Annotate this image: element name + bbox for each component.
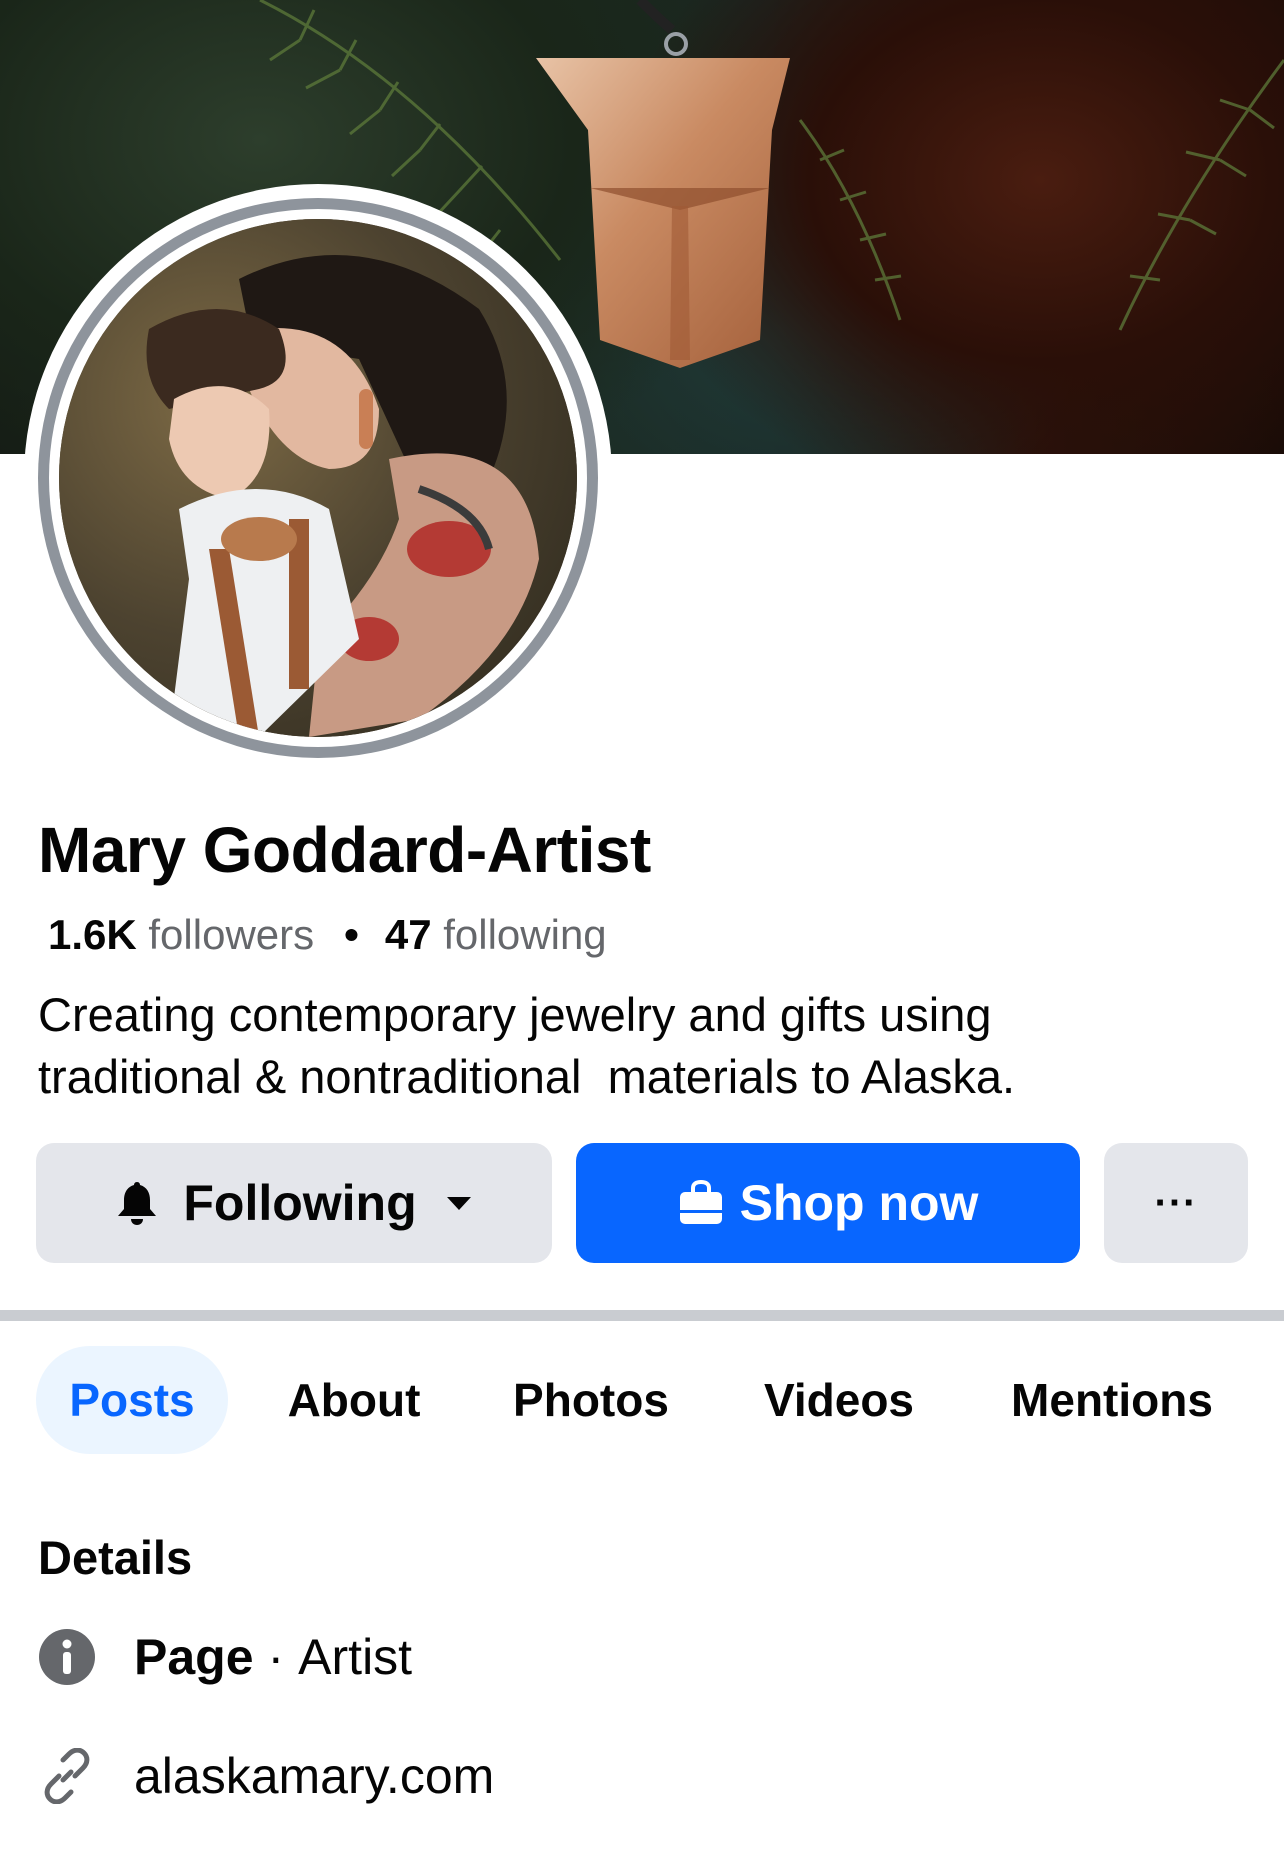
followers-link[interactable]: 1.6K followers [48,911,314,958]
tab-posts[interactable]: Posts [36,1346,228,1454]
caret-down-icon [445,1195,473,1211]
follow-stats: 1.6K followers • 47 following [48,908,607,962]
details-heading: Details [38,1531,193,1584]
detail-website-row[interactable]: alaskamary.com [36,1741,494,1811]
more-dots-icon: ··· [1154,1180,1198,1225]
stats-separator: • [344,911,359,958]
tab-about[interactable]: About [266,1346,442,1454]
website-link[interactable]: alaskamary.com [134,1747,494,1805]
following-label: following [443,911,607,958]
tab-photos[interactable]: Photos [496,1346,686,1454]
following-link[interactable]: 47 following [385,911,607,958]
profile-avatar[interactable] [24,184,612,772]
shop-now-button[interactable]: Shop now [576,1143,1080,1263]
section-divider [0,1310,1284,1321]
following-button[interactable]: Following [36,1143,552,1263]
tab-mentions[interactable]: Mentions [998,1346,1226,1454]
following-count: 47 [384,911,432,958]
bell-icon [115,1180,159,1226]
shop-now-label: Shop now [739,1175,979,1231]
followers-count: 1.6K [48,911,137,958]
following-label: Following [183,1175,417,1231]
category-separator: · [267,1629,285,1685]
avatar-photo [59,219,577,737]
info-icon [36,1626,98,1688]
category-prefix: Page [134,1629,254,1685]
page-title: Mary Goddard-Artist [38,814,651,886]
tab-videos[interactable]: Videos [746,1346,932,1454]
detail-category-row: Page · Artist [36,1622,412,1692]
shopping-bag-icon [678,1180,724,1226]
link-icon [36,1745,98,1807]
more-options-button[interactable]: ··· [1104,1143,1248,1263]
category-value: Artist [298,1629,413,1685]
followers-label: followers [148,911,315,958]
page-bio: Creating contemporary jewelry and gifts … [38,988,1016,1103]
